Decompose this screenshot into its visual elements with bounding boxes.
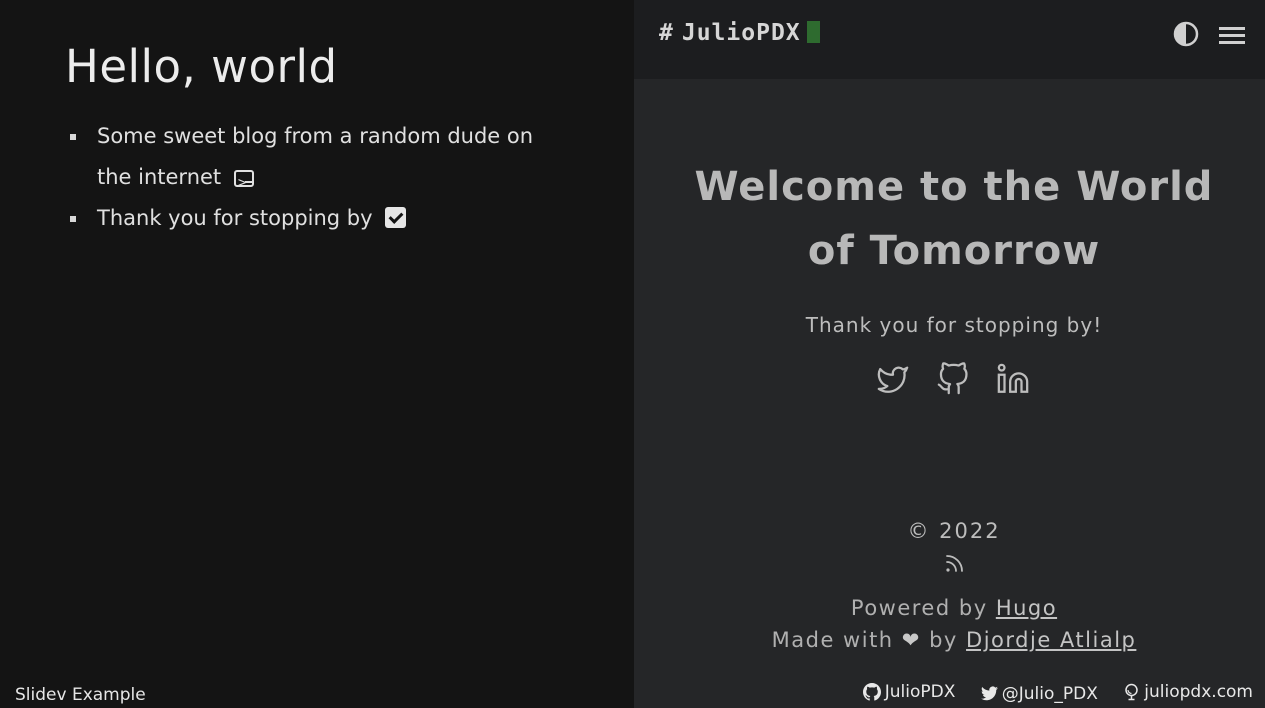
slide-panel: Hello, world Some sweet blog from a rand… xyxy=(0,0,634,708)
site-logo[interactable]: # JulioPDX xyxy=(659,20,820,46)
powered-prefix: Powered by xyxy=(850,596,988,620)
slide-footer-links: JulioPDX @Julio_PDX juliopdx.com xyxy=(843,682,1253,706)
terminal-icon xyxy=(233,163,254,204)
powered-by: Powered by Hugo xyxy=(634,596,1265,620)
made-with: Made with ❤ by Djordje Atlialp xyxy=(634,628,1265,652)
footer-link-website[interactable]: juliopdx.com xyxy=(1123,682,1253,702)
logo-name: JulioPDX xyxy=(681,20,801,46)
linkedin-icon[interactable] xyxy=(996,362,1030,396)
hugo-link[interactable]: Hugo xyxy=(996,596,1057,620)
globe-icon xyxy=(1125,683,1139,701)
footer-link-github[interactable]: JulioPDX xyxy=(862,682,956,702)
bullet-text: Thank you for stopping by xyxy=(97,206,373,230)
twitter-icon xyxy=(980,686,998,701)
tagline: Thank you for stopping by! xyxy=(805,313,1103,337)
list-item: Some sweet blog from a random dude on th… xyxy=(65,116,545,204)
footer-link-twitter[interactable]: @Julio_PDX xyxy=(980,683,1098,704)
contrast-icon[interactable] xyxy=(1173,21,1199,47)
github-icon xyxy=(862,683,881,701)
logo-hash: # xyxy=(659,20,674,46)
github-icon[interactable] xyxy=(936,362,970,396)
check-box-icon xyxy=(385,207,407,228)
footer-link-label: juliopdx.com xyxy=(1144,682,1253,702)
footer-link-label: JulioPDX xyxy=(884,682,956,702)
list-item: Thank you for stopping by xyxy=(65,198,545,239)
website-panel: # JulioPDX Welcome to the World of Tomorr… xyxy=(634,0,1265,708)
bullet-text: Some sweet blog from a random dude on th… xyxy=(97,124,534,189)
slide-title: Hello, world xyxy=(65,40,338,93)
twitter-icon[interactable] xyxy=(876,362,910,396)
made-by: by xyxy=(929,628,958,652)
author-link[interactable]: Djordje Atlialp xyxy=(966,628,1136,652)
slide-footer: Slidev Example xyxy=(15,685,146,705)
welcome-heading: Welcome to the World of Tomorrow xyxy=(694,164,1214,274)
hamburger-menu-icon[interactable] xyxy=(1219,24,1245,46)
site-header: # JulioPDX xyxy=(634,0,1265,79)
rss-icon[interactable] xyxy=(944,552,966,574)
slide-bullet-list: Some sweet blog from a random dude on th… xyxy=(65,116,545,239)
social-links xyxy=(876,362,1046,398)
copyright: © 2022 xyxy=(907,519,1001,543)
heart-icon: ❤ xyxy=(901,628,921,652)
cursor-block-icon xyxy=(806,21,820,43)
footer-link-label: @Julio_PDX xyxy=(1001,683,1098,704)
made-prefix: Made with xyxy=(771,628,894,652)
